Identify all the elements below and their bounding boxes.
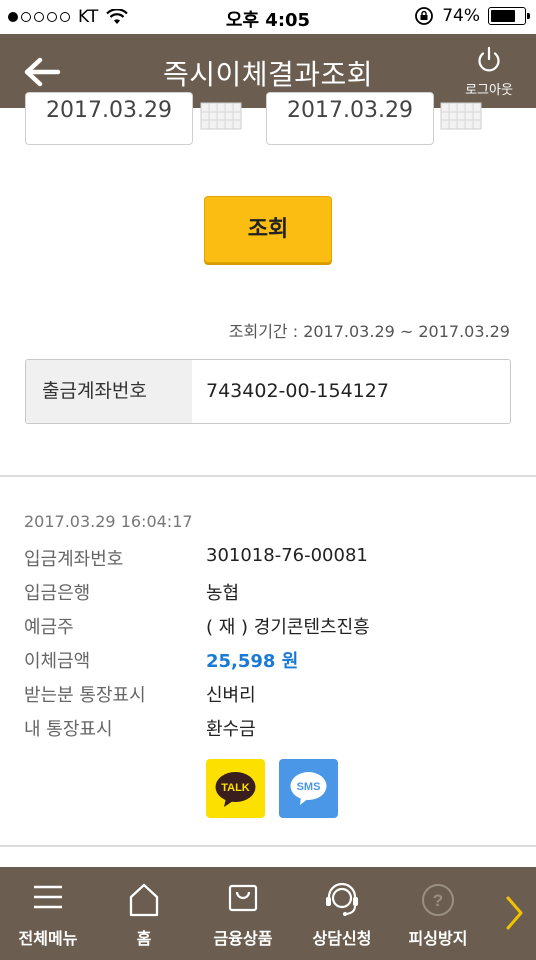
kakaotalk-icon: TALK bbox=[215, 772, 256, 807]
svg-text:SMS: SMS bbox=[297, 781, 321, 793]
end-date-value: 2017.03.29 bbox=[287, 98, 413, 123]
withdrawal-account-number: 743402-00-154127 bbox=[192, 360, 510, 423]
result-value: 환수금 bbox=[206, 719, 256, 740]
start-date-field[interactable]: 2017.03.29 bbox=[25, 92, 193, 145]
bottom-tab-bar: 전체메뉴 홈 금융상품 상담신청 ? 피싱방지 bbox=[0, 867, 536, 960]
tab-phishing-prevention[interactable]: ? 피싱방지 bbox=[390, 867, 486, 960]
shopping-bag-icon bbox=[228, 884, 258, 912]
home-icon bbox=[129, 883, 159, 917]
withdrawal-account: 출금계좌번호 743402-00-154127 bbox=[25, 359, 511, 424]
search-button[interactable]: 조회 bbox=[204, 196, 332, 263]
tab-home[interactable]: 홈 bbox=[96, 867, 192, 960]
section-divider bbox=[0, 845, 536, 847]
start-date-value: 2017.03.29 bbox=[46, 98, 172, 123]
result-label: 입금계좌번호 bbox=[24, 549, 124, 570]
result-label: 내 통장표시 bbox=[24, 719, 113, 740]
transfer-amount: 25,598 원 bbox=[206, 651, 299, 672]
tab-label: 전체메뉴 bbox=[18, 929, 78, 948]
battery-percent: 74% bbox=[442, 6, 480, 26]
tab-label: 피싱방지 bbox=[408, 929, 468, 948]
result-value: ( 재 ) 경기콘텐츠진흥 bbox=[206, 617, 370, 638]
status-bar: KT 오후 4:05 74% bbox=[0, 0, 536, 34]
transfer-datetime: 2017.03.29 16:04:17 bbox=[24, 512, 193, 531]
result-label: 이체금액 bbox=[24, 651, 91, 672]
battery-icon bbox=[488, 7, 530, 25]
sms-icon: SMS bbox=[290, 772, 327, 805]
headset-icon bbox=[326, 883, 358, 916]
power-icon bbox=[478, 46, 500, 72]
svg-text:TALK: TALK bbox=[221, 782, 250, 794]
tab-all-menu[interactable]: 전체메뉴 bbox=[0, 867, 96, 960]
logout-label: 로그아웃 bbox=[465, 83, 513, 98]
result-label: 받는분 통장표시 bbox=[24, 685, 146, 706]
calendar-icon[interactable] bbox=[440, 102, 482, 130]
search-period: 조회기간 : 2017.03.29 ~ 2017.03.29 bbox=[228, 322, 510, 341]
tab-label: 금융상품 bbox=[213, 929, 273, 948]
result-value: 신벼리 bbox=[206, 685, 256, 706]
kakaotalk-share-button[interactable]: TALK bbox=[206, 759, 265, 818]
sms-share-button[interactable]: SMS bbox=[279, 759, 338, 818]
section-divider bbox=[0, 475, 536, 477]
tab-consultation[interactable]: 상담신청 bbox=[294, 867, 390, 960]
result-value: 농협 bbox=[206, 583, 240, 604]
rotation-lock-icon bbox=[415, 7, 434, 25]
tab-label: 상담신청 bbox=[312, 929, 372, 948]
end-date-field[interactable]: 2017.03.29 bbox=[266, 92, 434, 145]
result-label: 예금주 bbox=[24, 617, 74, 638]
svg-text:?: ? bbox=[433, 891, 443, 910]
question-circle-icon: ? bbox=[422, 884, 454, 916]
logout-button[interactable]: 로그아웃 bbox=[458, 46, 520, 98]
result-value: 301018-76-00081 bbox=[206, 545, 368, 566]
page-title: 즉시이체결과조회 bbox=[162, 58, 374, 91]
menu-icon bbox=[34, 885, 62, 909]
tab-financial-products[interactable]: 금융상품 bbox=[192, 867, 294, 960]
result-label: 입금은행 bbox=[24, 583, 91, 604]
withdrawal-account-label: 출금계좌번호 bbox=[26, 360, 192, 423]
tab-label: 홈 bbox=[136, 929, 152, 948]
calendar-icon[interactable] bbox=[200, 102, 242, 130]
chevron-right-icon[interactable] bbox=[504, 895, 524, 931]
